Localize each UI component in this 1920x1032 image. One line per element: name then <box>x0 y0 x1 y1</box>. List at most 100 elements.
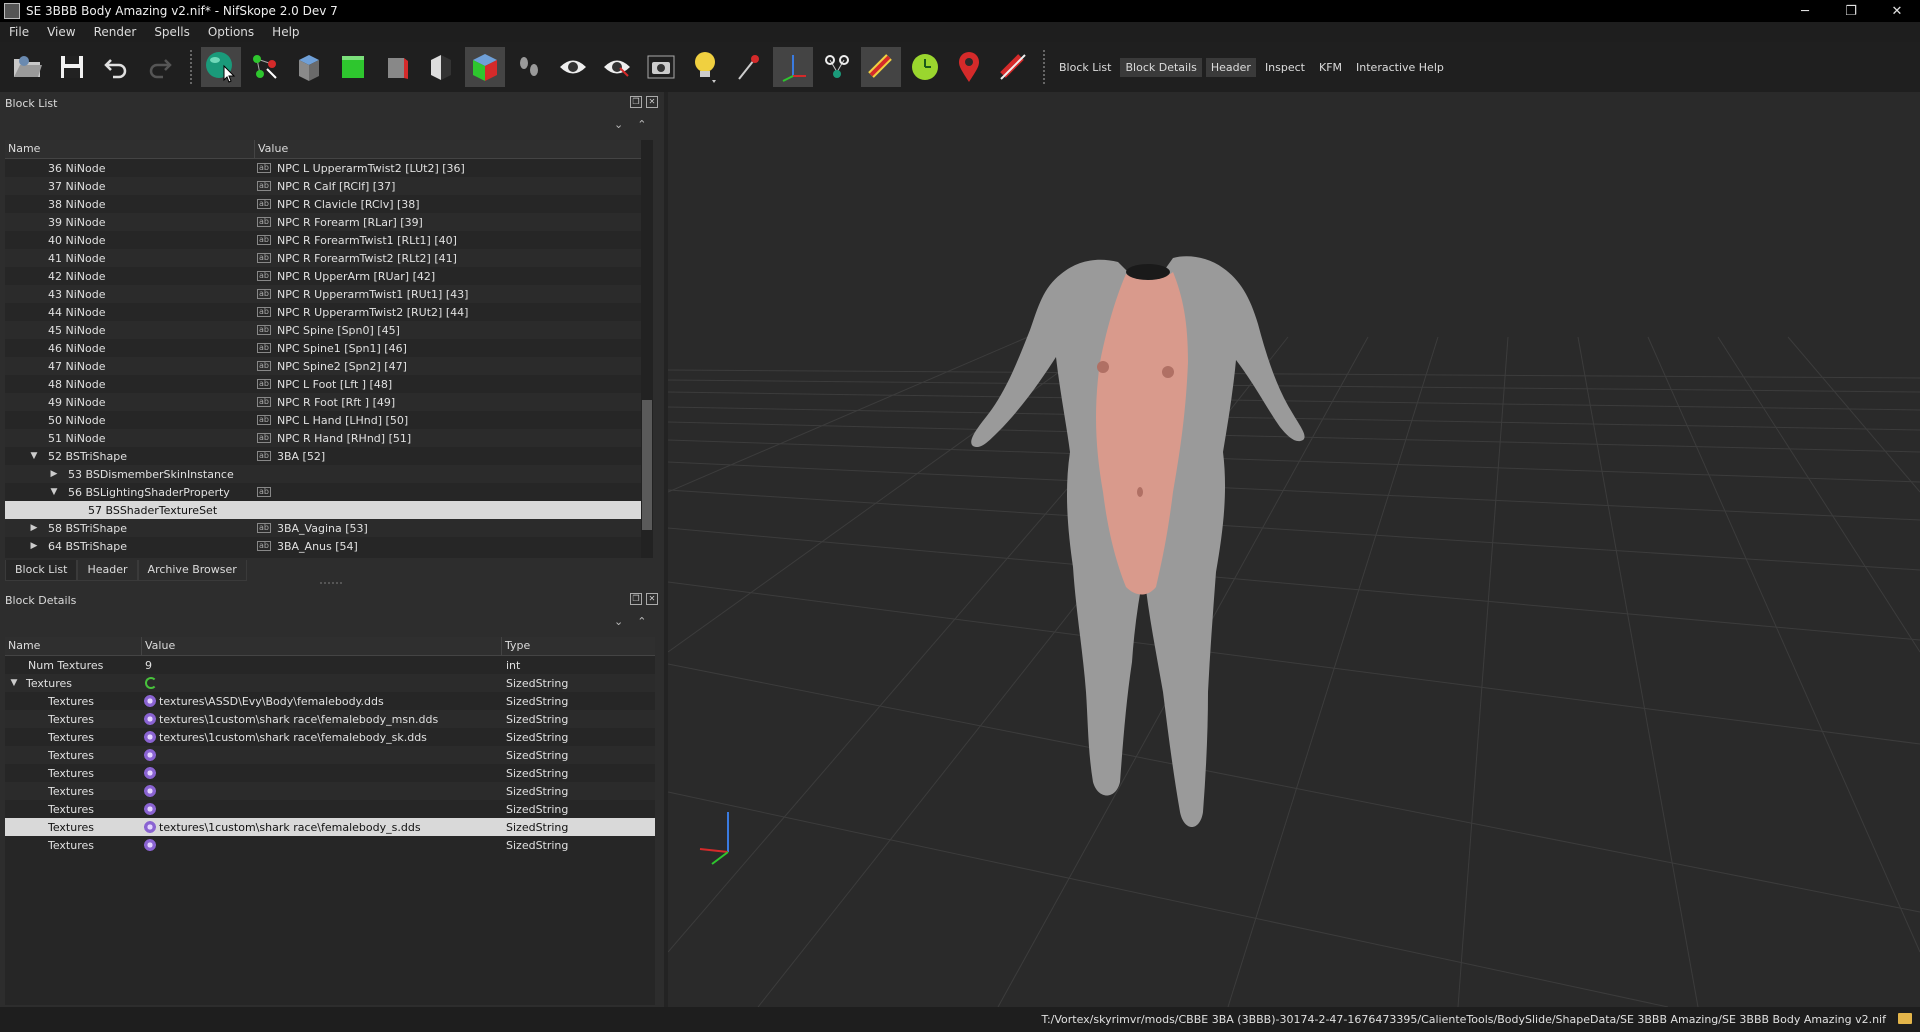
detail-value[interactable]: textures\1custom\shark race\femalebody_m… <box>159 713 438 726</box>
block-row-38[interactable]: 38 NiNode ab NPC R Clavicle [RClv] [38] <box>5 195 641 213</box>
toolbar-grip-2[interactable] <box>1043 50 1048 84</box>
block-row-43[interactable]: 43 NiNode ab NPC R UpperarmTwist1 [RUt1] [… <box>5 285 641 303</box>
undo-button[interactable] <box>96 47 136 87</box>
menu-file[interactable]: File <box>0 25 38 39</box>
column-name[interactable]: Name <box>5 637 142 655</box>
block-row-57-selected[interactable]: 57 BSShaderTextureSet <box>5 501 641 519</box>
column-value[interactable]: Value <box>142 637 502 655</box>
select-vertices-button[interactable] <box>245 47 285 87</box>
redo-button[interactable] <box>140 47 180 87</box>
expanded-arrow-icon[interactable]: ▼ <box>8 678 20 688</box>
block-row-36[interactable]: 36 NiNode ab NPC L UpperarmTwist2 [LUt2] [… <box>5 159 641 177</box>
show-markers-button[interactable] <box>861 47 901 87</box>
detail-row-texture-4[interactable]: Textures SizedString <box>5 764 655 782</box>
select-object-button[interactable] <box>201 47 241 87</box>
toggle-block-details-button[interactable]: Block Details <box>1120 57 1202 77</box>
toggle-kfm-button[interactable]: KFM <box>1314 58 1347 77</box>
column-name[interactable]: Name <box>5 140 255 158</box>
block-row-50[interactable]: 50 NiNode ab NPC L Hand [LHnd] [50] <box>5 411 641 429</box>
render-viewport[interactable] <box>668 92 1920 1007</box>
open-file-button[interactable] <box>8 47 48 87</box>
block-row-47[interactable]: 47 NiNode ab NPC Spine2 [Spn2] [47] <box>5 357 641 375</box>
block-list-float-button[interactable]: ❐ <box>630 96 642 108</box>
menu-view[interactable]: View <box>38 25 84 39</box>
detail-row-texture-1[interactable]: Textures textures\1custom\shark race\fema… <box>5 710 655 728</box>
collapsed-arrow-icon[interactable]: ▶ <box>28 523 40 533</box>
toggle-header-button[interactable]: Header <box>1205 57 1256 77</box>
block-row-51[interactable]: 51 NiNode ab NPC R Hand [RHnd] [51] <box>5 429 641 447</box>
show-selected-button[interactable] <box>597 47 637 87</box>
expand-all-icon[interactable]: ⌄ <box>614 615 623 628</box>
expanded-arrow-icon[interactable]: ▼ <box>48 487 60 497</box>
block-list-scrollbar-thumb[interactable] <box>642 400 652 530</box>
show-havok-button[interactable] <box>905 47 945 87</box>
tab-archive-browser[interactable]: Archive Browser <box>137 560 247 581</box>
detail-row-texture-8[interactable]: Textures SizedString <box>5 836 655 854</box>
disable-shading-button[interactable] <box>993 47 1033 87</box>
splitter-handle[interactable] <box>320 582 342 584</box>
block-row-44[interactable]: 44 NiNode ab NPC R UpperarmTwist2 [RUt2] [… <box>5 303 641 321</box>
screenshot-button[interactable] <box>641 47 681 87</box>
expand-all-icon[interactable]: ⌄ <box>614 118 623 131</box>
menu-options[interactable]: Options <box>199 25 263 39</box>
view-perspective-button[interactable] <box>465 47 505 87</box>
menu-help[interactable]: Help <box>263 25 308 39</box>
folder-icon[interactable] <box>1898 1013 1912 1024</box>
block-row-41[interactable]: 41 NiNode ab NPC R ForearmTwist2 [RLt2] [4… <box>5 249 641 267</box>
walk-mode-button[interactable] <box>509 47 549 87</box>
block-row-64[interactable]: ▶ 64 BSTriShape ab 3BA_Anus [54] <box>5 537 641 555</box>
block-row-37[interactable]: 37 NiNode ab NPC R Calf [RClf] [37] <box>5 177 641 195</box>
view-top-button[interactable] <box>289 47 329 87</box>
detail-row-texture-7-selected[interactable]: Textures textures\1custom\shark race\fema… <box>5 818 655 836</box>
view-front-button[interactable] <box>333 47 373 87</box>
block-row-49[interactable]: 49 NiNode ab NPC R Foot [Rft ] [49] <box>5 393 641 411</box>
collapsed-arrow-icon[interactable]: ▶ <box>28 541 40 551</box>
detail-row-num-textures[interactable]: Num Textures 9 int <box>5 656 655 674</box>
block-row-56[interactable]: ▼ 56 BSLightingShaderProperty ab <box>5 483 641 501</box>
toggle-interactive-help-button[interactable]: Interactive Help <box>1351 58 1449 77</box>
detail-row-texture-2[interactable]: Textures textures\1custom\shark race\fema… <box>5 728 655 746</box>
block-row-39[interactable]: 39 NiNode ab NPC R Forearm [RLar] [39] <box>5 213 641 231</box>
menu-render[interactable]: Render <box>85 25 146 39</box>
tab-header[interactable]: Header <box>77 560 138 581</box>
block-list-close-button[interactable]: ✕ <box>646 96 658 108</box>
block-row-40[interactable]: 40 NiNode ab NPC R ForearmTwist1 [RLt1] [4… <box>5 231 641 249</box>
show-furniture-button[interactable] <box>949 47 989 87</box>
detail-value[interactable]: textures\1custom\shark race\femalebody_s… <box>159 821 421 834</box>
save-button[interactable] <box>52 47 92 87</box>
collapsed-arrow-icon[interactable]: ▶ <box>48 469 60 479</box>
detail-value[interactable]: textures\ASSD\Evy\Body\femalebody.dds <box>159 695 384 708</box>
toggle-block-list-button[interactable]: Block List <box>1054 58 1116 77</box>
collapse-all-icon[interactable]: ⌃ <box>637 118 646 131</box>
column-type[interactable]: Type <box>502 637 655 655</box>
restore-button[interactable]: ❐ <box>1828 0 1874 22</box>
detail-row-texture-6[interactable]: Textures SizedString <box>5 800 655 818</box>
show-constraints-button[interactable] <box>817 47 857 87</box>
block-list-scrollbar[interactable] <box>641 140 653 558</box>
detail-row-texture-3[interactable]: Textures SizedString <box>5 746 655 764</box>
block-details-float-button[interactable]: ❐ <box>630 593 642 605</box>
block-row-42[interactable]: 42 NiNode ab NPC R UpperArm [RUar] [42] <box>5 267 641 285</box>
close-button[interactable]: ✕ <box>1874 0 1920 22</box>
column-value[interactable]: Value <box>255 140 641 158</box>
show-axes-button[interactable] <box>729 47 769 87</box>
detail-row-texture-5[interactable]: Textures SizedString <box>5 782 655 800</box>
block-details-close-button[interactable]: ✕ <box>646 593 658 605</box>
block-row-52[interactable]: ▼ 52 BSTriShape ab 3BA [52] <box>5 447 641 465</box>
show-nodes-button[interactable] <box>773 47 813 87</box>
block-row-45[interactable]: 45 NiNode ab NPC Spine [Spn0] [45] <box>5 321 641 339</box>
show-hidden-button[interactable] <box>553 47 593 87</box>
collapse-all-icon[interactable]: ⌃ <box>637 615 646 628</box>
detail-value[interactable]: textures\1custom\shark race\femalebody_s… <box>159 731 427 744</box>
tab-block-list[interactable]: Block List <box>5 560 78 581</box>
toolbar-grip[interactable] <box>190 50 195 84</box>
detail-row-texture-0[interactable]: Textures textures\ASSD\Evy\Body\femalebod… <box>5 692 655 710</box>
expanded-arrow-icon[interactable]: ▼ <box>28 451 40 461</box>
block-row-48[interactable]: 48 NiNode ab NPC L Foot [Lft ] [48] <box>5 375 641 393</box>
lighting-button[interactable] <box>685 47 725 87</box>
minimize-button[interactable]: ─ <box>1782 0 1828 22</box>
block-row-58[interactable]: ▶ 58 BSTriShape ab 3BA_Vagina [53] <box>5 519 641 537</box>
detail-row-textures-group[interactable]: ▼ Textures SizedString <box>5 674 655 692</box>
view-side-button[interactable] <box>377 47 417 87</box>
view-user-button[interactable] <box>421 47 461 87</box>
